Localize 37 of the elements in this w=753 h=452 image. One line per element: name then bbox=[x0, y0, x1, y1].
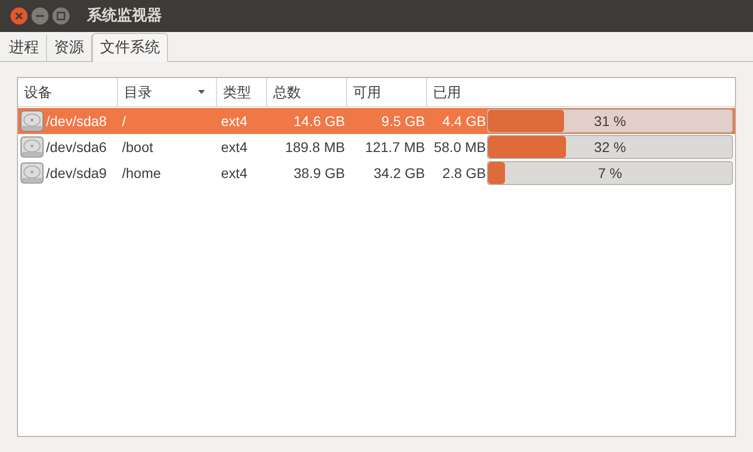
minimize-icon[interactable] bbox=[31, 7, 49, 25]
type-cell-text: ext4 bbox=[220, 164, 248, 182]
free-cell-text: 121.7 MB bbox=[364, 138, 426, 156]
type-cell-text: ext4 bbox=[220, 112, 248, 130]
device-cell-text: /dev/sda6 bbox=[46, 138, 107, 156]
directory-cell-text: /home bbox=[121, 164, 162, 182]
device-cell-text: /dev/sda9 bbox=[46, 164, 107, 182]
table-row[interactable]: /dev/sda9 /home ext4 38.9 GB 34.2 GB 2.8 GB 7 % bbox=[18, 160, 735, 186]
used-cell-text: 4.4 GB bbox=[441, 112, 487, 130]
usage-percent: 31 % bbox=[593, 112, 627, 130]
directory-cell-text: /boot bbox=[121, 138, 154, 156]
tab[interactable]: 进程 bbox=[2, 35, 47, 61]
usage-percent: 32 % bbox=[593, 138, 627, 156]
window-title: 系统监视器 bbox=[87, 6, 162, 26]
close-icon[interactable] bbox=[10, 7, 28, 25]
total-cell-text: 14.6 GB bbox=[292, 112, 346, 130]
total-cell-text: 38.9 GB bbox=[292, 164, 346, 182]
type-cell-text: ext4 bbox=[220, 138, 248, 156]
column-header[interactable]: 总数 bbox=[267, 78, 347, 106]
free-cell-text: 9.5 GB bbox=[380, 112, 426, 130]
table-row[interactable]: /dev/sda6 /boot ext4 189.8 MB 121.7 MB 58.0 MB 32 % bbox=[18, 134, 735, 160]
sort-arrow-icon bbox=[198, 90, 205, 94]
device-cell-text: /dev/sda8 bbox=[46, 112, 107, 130]
tab[interactable]: 文件系统 bbox=[92, 33, 168, 62]
column-header[interactable]: 已用 bbox=[427, 78, 735, 106]
table-row[interactable]: /dev/sda8 / ext4 14.6 GB 9.5 GB 4.4 GB 31 % bbox=[18, 108, 735, 134]
directory-cell-text: / bbox=[121, 112, 127, 130]
maximize-icon[interactable] bbox=[52, 7, 70, 25]
used-cell-text: 58.0 MB bbox=[432, 138, 487, 156]
column-header[interactable]: 目录 bbox=[118, 78, 217, 106]
column-header[interactable]: 可用 bbox=[347, 78, 427, 106]
usage-percent: 7 % bbox=[596, 164, 624, 182]
free-cell-text: 34.2 GB bbox=[372, 164, 426, 182]
column-header[interactable]: 类型 bbox=[217, 78, 267, 106]
column-header[interactable]: 设备 bbox=[18, 78, 118, 106]
total-cell-text: 189.8 MB bbox=[284, 138, 346, 156]
used-cell-text: 2.8 GB bbox=[441, 164, 487, 182]
